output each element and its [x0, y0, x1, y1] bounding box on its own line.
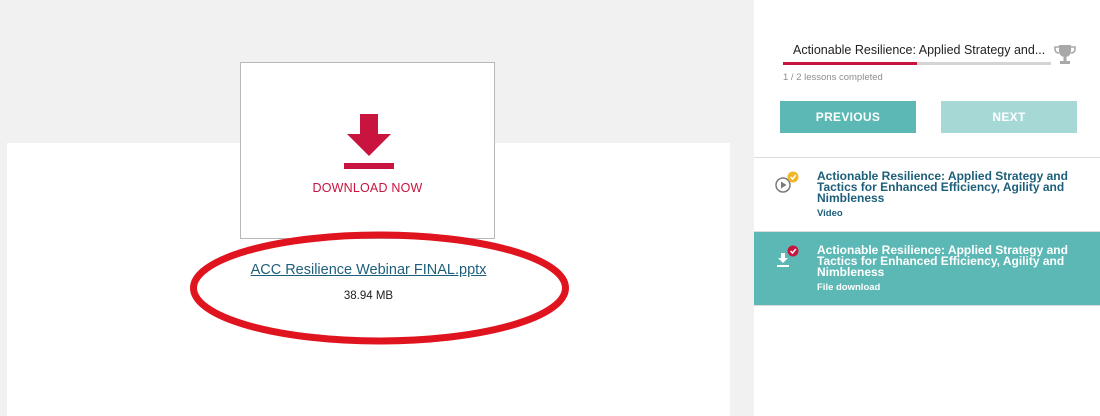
lesson-item-video[interactable]: Actionable Resilience: Applied Strategy … — [754, 158, 1100, 231]
lesson-item-file-download[interactable]: Actionable Resilience: Applied Strategy … — [754, 232, 1100, 305]
highlight-ellipse-annotation — [190, 231, 569, 345]
lesson-title: Actionable Resilience: Applied Strategy … — [817, 169, 1068, 205]
next-button[interactable]: NEXT — [941, 101, 1077, 133]
progress-bar — [783, 62, 1051, 65]
lesson-type: Video — [817, 208, 843, 219]
download-icon — [777, 245, 799, 267]
divider — [754, 305, 1100, 306]
main-panel: DOWNLOAD NOW ACC Resilience Webinar FINA… — [7, 0, 730, 416]
lesson-type: File download — [817, 282, 881, 293]
download-card[interactable]: DOWNLOAD NOW — [240, 62, 495, 239]
course-title: Actionable Resilience: Applied Strategy … — [793, 43, 1046, 57]
progress-text: 1 / 2 lessons completed — [783, 72, 883, 83]
course-sidebar: Actionable Resilience: Applied Strategy … — [754, 0, 1100, 416]
download-arrow-icon — [344, 114, 394, 169]
play-icon — [775, 171, 799, 193]
download-now-label[interactable]: DOWNLOAD NOW — [241, 181, 494, 195]
progress-bar-fill — [783, 62, 917, 65]
trophy-icon — [1054, 45, 1076, 64]
lesson-title: Actionable Resilience: Applied Strategy … — [817, 243, 1068, 279]
previous-button[interactable]: PREVIOUS — [780, 101, 916, 133]
